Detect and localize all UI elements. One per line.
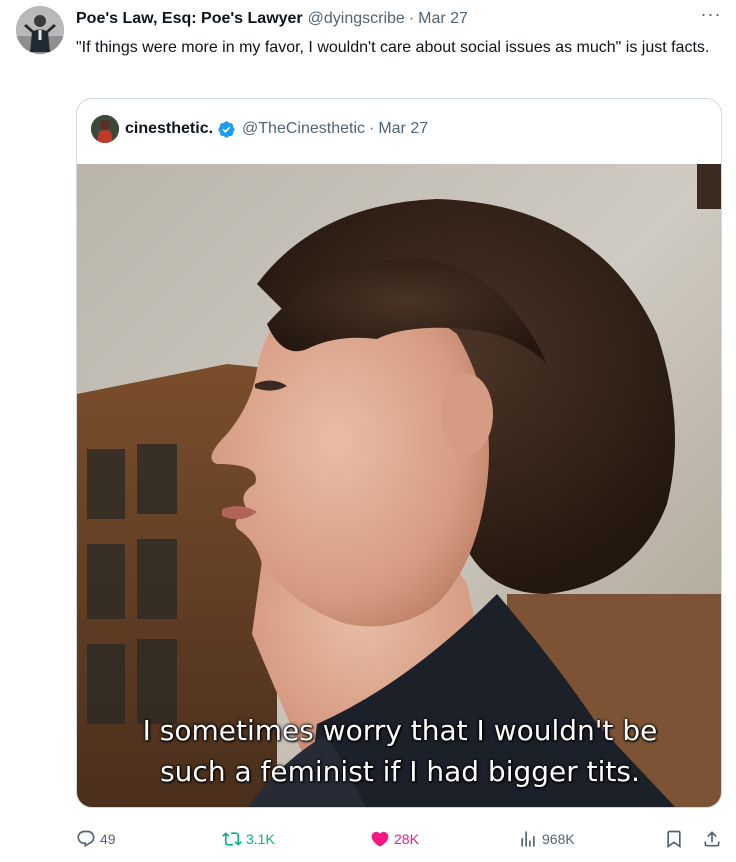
retweet-icon: [222, 832, 242, 846]
separator-dot: ·: [408, 10, 415, 27]
verified-badge-icon: [218, 120, 235, 138]
views-chart-icon: [521, 831, 535, 847]
reply-icon: [77, 830, 95, 848]
tweet-date[interactable]: Mar 27: [418, 10, 468, 28]
profile-photo-icon: [16, 6, 64, 54]
share-icon: [704, 831, 720, 847]
retweet-button[interactable]: 3.1K: [222, 826, 275, 852]
share-button[interactable]: [702, 826, 726, 852]
like-count: 28K: [394, 831, 419, 847]
like-button[interactable]: 28K: [370, 826, 419, 852]
quoted-author-name[interactable]: cinesthetic.: [125, 120, 213, 138]
reply-count: 49: [100, 831, 116, 847]
tweet[interactable]: Poe's Law, Esq: Poe's Lawyer @dyingscrib…: [0, 0, 736, 862]
quoted-tweet-header: cinesthetic. @TheCinesthetic · Mar 27: [91, 115, 428, 143]
caption-line-1: I sometimes worry that I wouldn't be: [142, 714, 658, 747]
quoted-author-avatar[interactable]: [91, 115, 119, 143]
author-avatar[interactable]: [16, 6, 64, 54]
tweet-text: "If things were more in my favor, I woul…: [76, 39, 710, 56]
author-name[interactable]: Poe's Law, Esq: Poe's Lawyer: [76, 10, 303, 28]
retweet-count: 3.1K: [246, 831, 275, 847]
quoted-author-handle[interactable]: @TheCinesthetic: [242, 120, 365, 138]
action-bar: 49 3.1K 28K 968K: [76, 826, 726, 852]
bookmark-icon: [667, 830, 681, 849]
reply-button[interactable]: 49: [76, 826, 116, 852]
quoted-tweet[interactable]: cinesthetic. @TheCinesthetic · Mar 27 I …: [76, 98, 722, 808]
separator-dot: ·: [369, 120, 375, 137]
profile-photo-icon: [91, 115, 119, 143]
quoted-tweet-date[interactable]: Mar 27: [378, 120, 428, 138]
more-options-icon[interactable]: ···: [698, 5, 724, 30]
tweet-header: Poe's Law, Esq: Poe's Lawyer @dyingscrib…: [76, 8, 468, 30]
views-count: 968K: [542, 831, 575, 847]
bookmark-button[interactable]: [664, 826, 688, 852]
heart-icon: [371, 831, 389, 847]
quoted-media-image[interactable]: I sometimes worry that I wouldn't be suc…: [77, 164, 721, 807]
views-button[interactable]: 968K: [518, 826, 575, 852]
caption-line-2: such a feminist if I had bigger tits.: [160, 755, 640, 788]
author-handle[interactable]: @dyingscribe: [308, 10, 405, 28]
